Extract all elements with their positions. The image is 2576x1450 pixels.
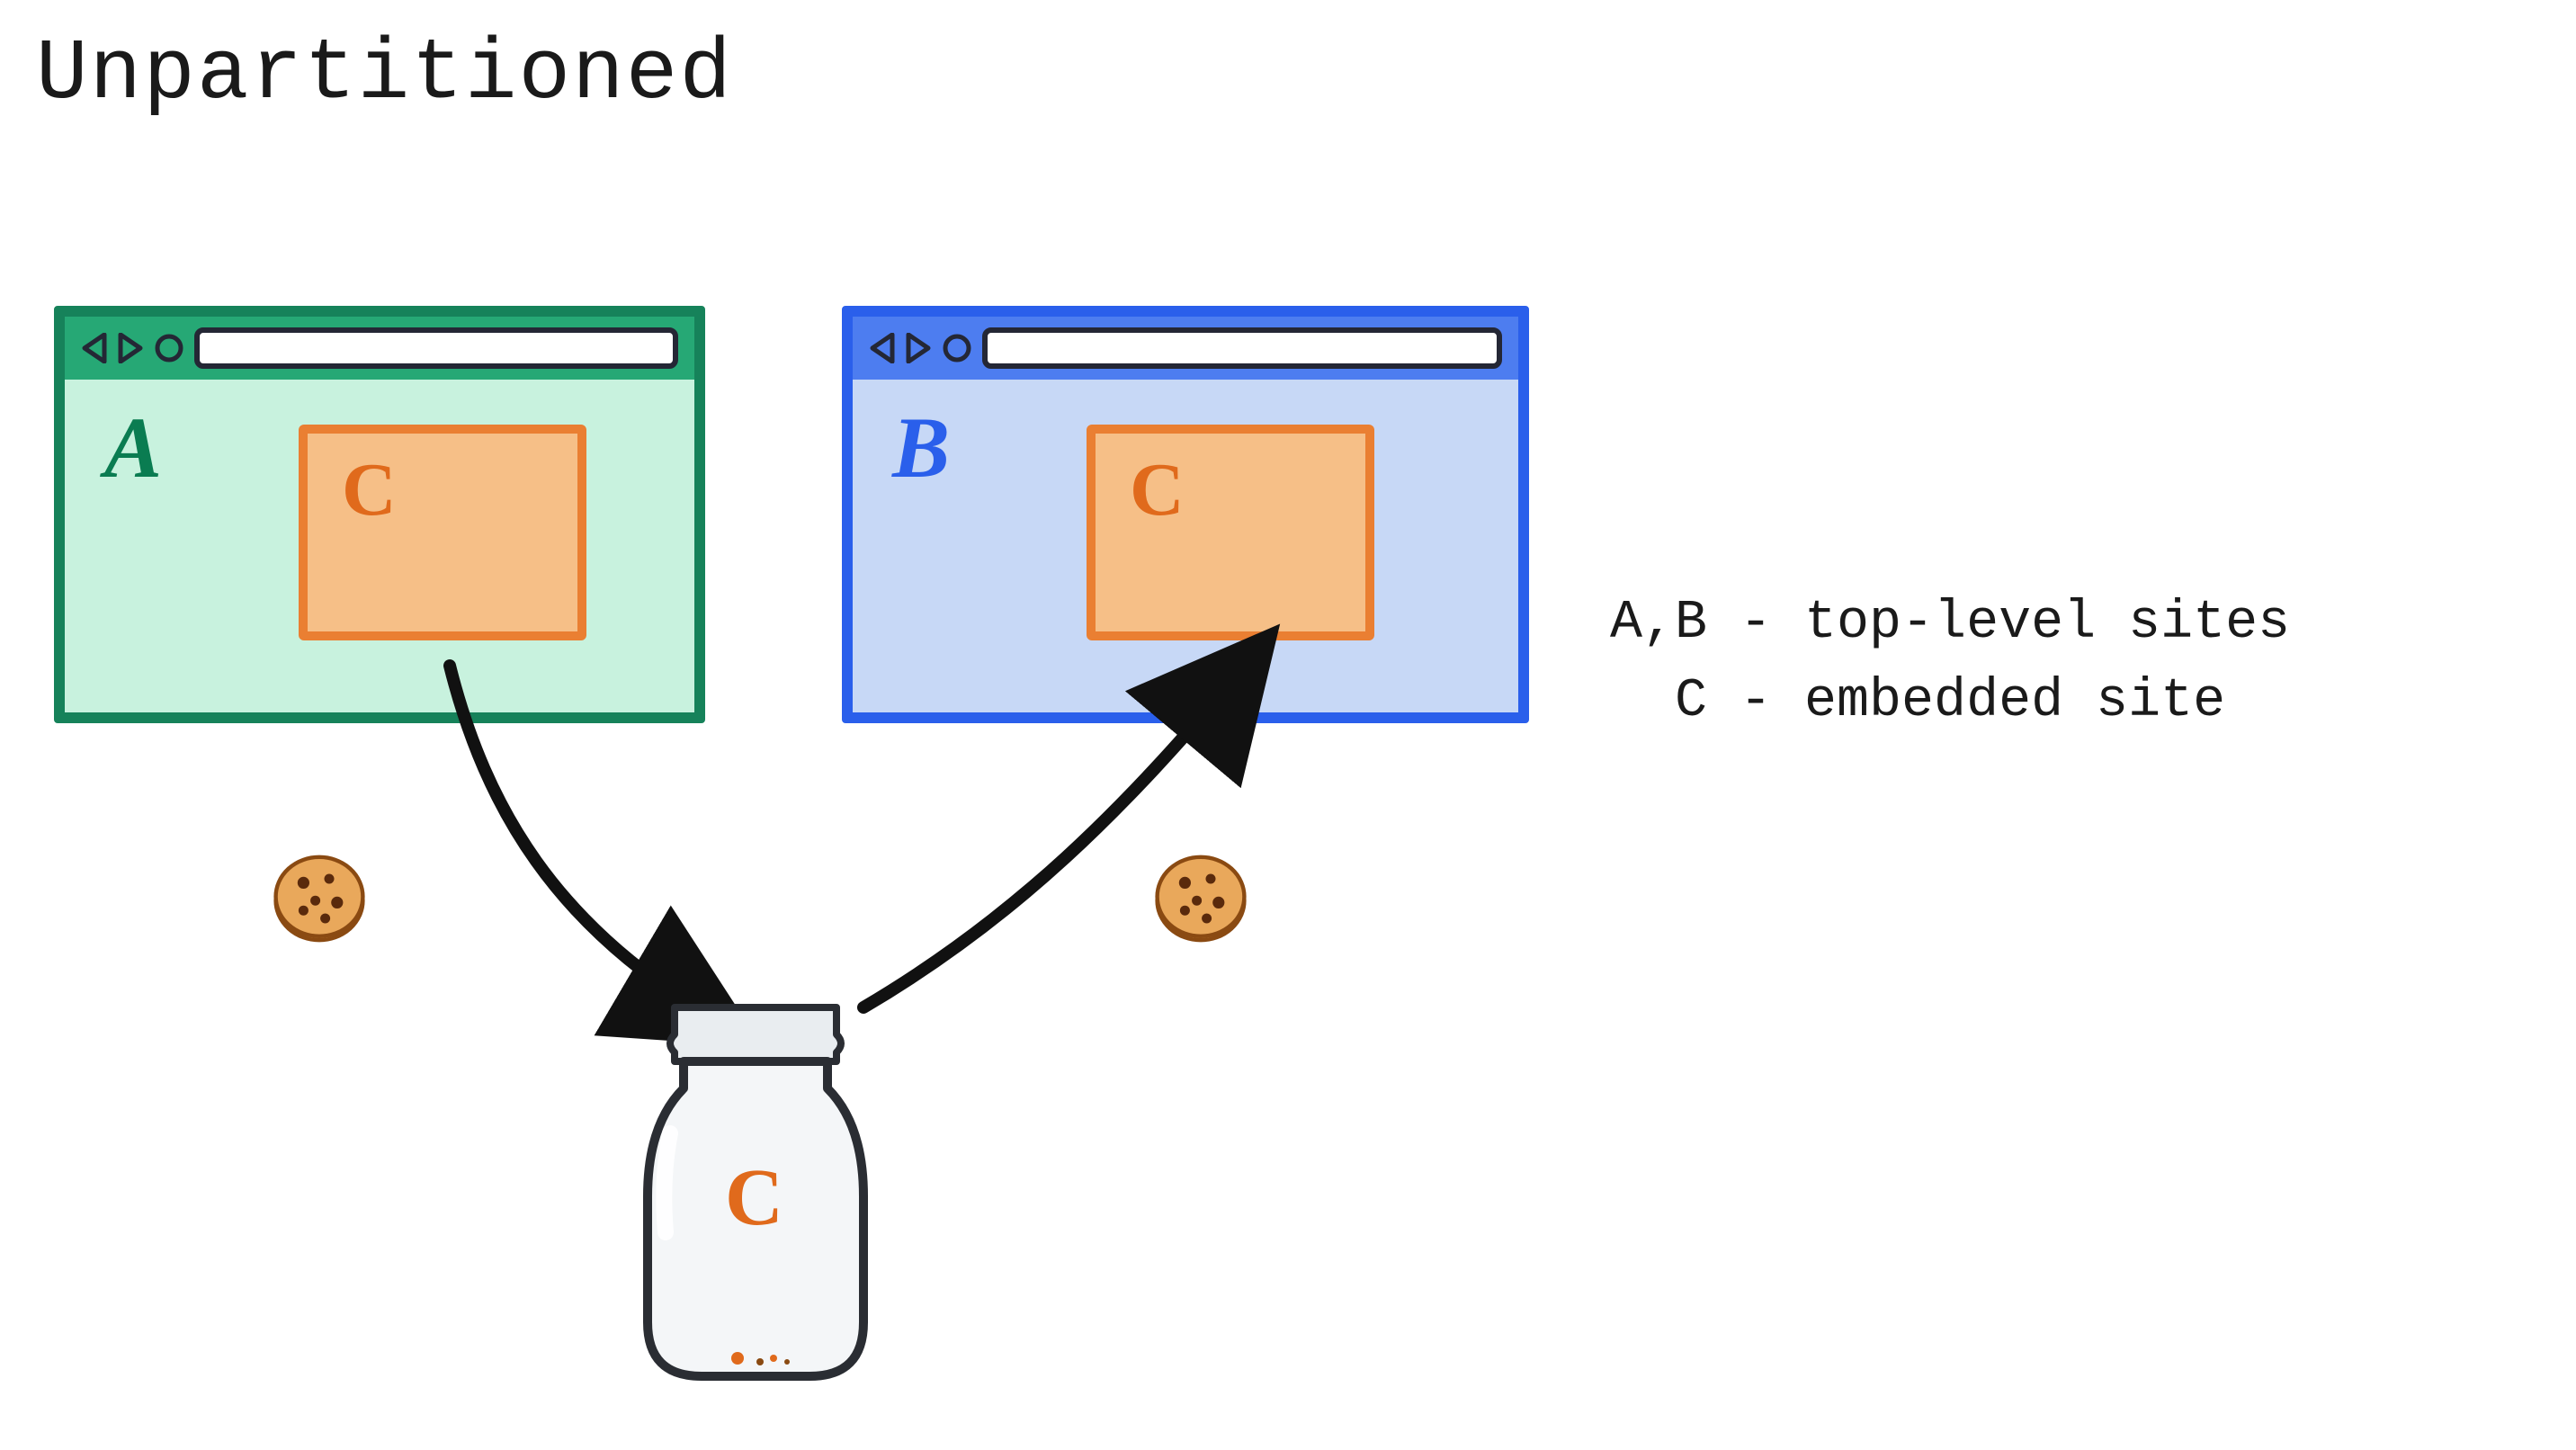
diagram-canvas: Unpartitioned A C bbox=[0, 0, 2576, 1450]
url-bar-a bbox=[194, 327, 678, 369]
browser-window-a: A C bbox=[54, 306, 705, 723]
legend: A,B - top-level sites C - embedded site bbox=[1610, 585, 2290, 741]
site-label-b: B bbox=[892, 398, 950, 497]
back-icon bbox=[81, 333, 108, 363]
cookie-icon bbox=[1151, 849, 1250, 948]
url-bar-b bbox=[982, 327, 1502, 369]
browser-chrome-b bbox=[853, 317, 1518, 380]
legend-line-2: C - embedded site bbox=[1610, 671, 2225, 732]
site-label-a: A bbox=[104, 398, 162, 497]
embedded-frame-a: C bbox=[299, 425, 586, 640]
forward-icon bbox=[117, 333, 144, 363]
browser-chrome-a bbox=[65, 317, 694, 380]
embed-label-b: C bbox=[1130, 446, 1185, 533]
embedded-frame-b: C bbox=[1087, 425, 1374, 640]
browser-window-b: B C bbox=[842, 306, 1529, 723]
legend-line-1: A,B - top-level sites bbox=[1610, 593, 2290, 654]
browser-body-a: A C bbox=[65, 380, 694, 712]
browser-body-b: B C bbox=[853, 380, 1518, 712]
back-icon bbox=[869, 333, 896, 363]
embed-label-a: C bbox=[342, 446, 397, 533]
reload-icon bbox=[941, 332, 973, 364]
cookie-icon bbox=[270, 849, 369, 948]
jar-label: C bbox=[725, 1151, 783, 1244]
forward-icon bbox=[905, 333, 932, 363]
reload-icon bbox=[153, 332, 185, 364]
diagram-title: Unpartitioned bbox=[36, 25, 733, 123]
